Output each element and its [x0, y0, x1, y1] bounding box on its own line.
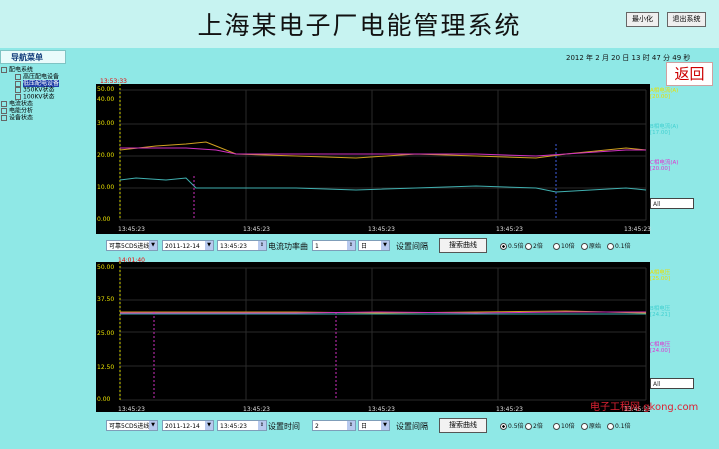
- spinner-icon[interactable]: ⇕: [347, 421, 355, 430]
- radio-2x[interactable]: 2倍: [525, 241, 543, 250]
- radio-0.1x[interactable]: 0.1倍: [607, 421, 631, 430]
- radio-2x[interactable]: 2倍: [525, 421, 543, 430]
- legend-b: B相电流(A) [17.00]: [650, 124, 679, 136]
- date-picker[interactable]: 2011-12-14 ▼: [162, 240, 214, 251]
- x-tick: 13:45:23: [624, 226, 651, 233]
- chevron-down-icon[interactable]: ▼: [149, 421, 157, 430]
- y-tick: 37.50: [97, 296, 115, 303]
- radio-0.5x[interactable]: 0.5倍: [500, 421, 524, 430]
- y-tick: 25.00: [97, 330, 115, 337]
- x-tick: 13:45:23: [368, 226, 395, 233]
- line-select[interactable]: 可靠5CDS进线 ▼: [106, 420, 158, 431]
- y-tick: 30.00: [97, 120, 115, 127]
- y-tick: 10.00: [97, 184, 115, 191]
- chevron-down-icon[interactable]: ▼: [381, 241, 389, 250]
- interval-spinner[interactable]: 2 ⇕: [312, 420, 356, 431]
- time-spinner[interactable]: 13:45:23 ⇕: [217, 420, 267, 431]
- nav-tree: 配电系统 高压配电设备 低压配电设备 350KV状态 100KV状态 电流状态 …: [1, 67, 60, 122]
- nav-title: 导航菜单: [0, 50, 66, 64]
- folder-icon: [15, 73, 21, 80]
- legend-b: B相电压 [24.21]: [650, 306, 671, 318]
- y-tick: 40.00: [97, 96, 115, 103]
- radio-0.5x[interactable]: 0.5倍: [500, 241, 524, 250]
- x-tick: 13:45:23: [118, 406, 145, 413]
- chart1-time-marker: 13:53:33: [100, 78, 127, 85]
- folder-icon: [15, 87, 21, 94]
- search-curve-button[interactable]: 搜索曲线: [439, 418, 487, 433]
- chart2-filter-box[interactable]: All: [650, 378, 694, 389]
- legend-a: A相电流(A) [20.00]: [650, 88, 679, 100]
- chart1-filter-box[interactable]: All: [650, 198, 694, 209]
- series-b-line: [119, 177, 647, 193]
- radio-10x[interactable]: 10倍: [553, 241, 575, 250]
- exit-button[interactable]: 退出系统: [667, 12, 706, 27]
- page-title: 上海某电子厂电能管理系统: [197, 11, 522, 40]
- expand-icon[interactable]: [1, 114, 7, 121]
- metric-label: 电流功率曲: [268, 242, 308, 251]
- spinner-icon[interactable]: ⇕: [347, 241, 355, 250]
- radio-10x[interactable]: 10倍: [553, 421, 575, 430]
- line-select[interactable]: 可靠5CDS进线 ▼: [106, 240, 158, 251]
- chevron-down-icon[interactable]: ▼: [381, 421, 389, 430]
- spinner-icon[interactable]: ⇕: [258, 421, 266, 430]
- radio-original[interactable]: 原始: [581, 421, 601, 430]
- interval-label: 设置间隔: [396, 422, 428, 431]
- expand-icon[interactable]: [1, 67, 7, 73]
- chart-current[interactable]: [96, 84, 650, 234]
- x-tick: 13:45:23: [496, 226, 523, 233]
- date-picker[interactable]: 2011-12-14 ▼: [162, 420, 214, 431]
- series-c-line: [120, 147, 646, 157]
- unit-select[interactable]: 日 ▼: [358, 420, 390, 431]
- y-tick: 20.00: [97, 152, 115, 159]
- y-tick: 0.00: [97, 396, 111, 403]
- radio-original[interactable]: 原始: [581, 241, 601, 250]
- x-tick: 13:45:23: [496, 406, 523, 413]
- legend-c: C相电压 [24.00]: [650, 342, 671, 354]
- tree-item[interactable]: 设备状态: [1, 114, 59, 122]
- expand-icon[interactable]: [1, 100, 7, 107]
- back-button[interactable]: 返回: [666, 62, 713, 86]
- y-tick: 50.00: [97, 86, 115, 93]
- y-tick: 50.00: [97, 264, 115, 271]
- y-tick: 0.00: [97, 216, 111, 223]
- x-tick: 13:45:23: [243, 226, 270, 233]
- folder-icon: [15, 80, 21, 87]
- metric-label: 设置时间: [268, 422, 300, 431]
- interval-spinner[interactable]: 1 ⇕: [312, 240, 356, 251]
- minimize-button[interactable]: 最小化: [626, 12, 659, 27]
- unit-select[interactable]: 日 ▼: [358, 240, 390, 251]
- expand-icon[interactable]: [1, 107, 7, 114]
- chevron-down-icon[interactable]: ▼: [205, 421, 213, 430]
- x-tick: 13:45:23: [118, 226, 145, 233]
- watermark: 电子工程网 gkong.com: [590, 402, 699, 413]
- y-tick: 12.50: [97, 364, 115, 371]
- legend-a: A相电压 [25.00]: [650, 270, 671, 282]
- chart-voltage[interactable]: [96, 262, 650, 412]
- radio-0.1x[interactable]: 0.1倍: [607, 241, 631, 250]
- x-tick: 13:45:23: [368, 406, 395, 413]
- chart2-time-marker: 14:01:40: [118, 257, 145, 264]
- search-curve-button[interactable]: 搜索曲线: [439, 238, 487, 253]
- legend-c: C相电流(A) [20.00]: [650, 160, 679, 172]
- x-tick: 13:45:23: [243, 406, 270, 413]
- time-spinner[interactable]: 13:45:23 ⇕: [217, 240, 267, 251]
- spinner-icon[interactable]: ⇕: [258, 241, 266, 250]
- interval-label: 设置间隔: [396, 242, 428, 251]
- chevron-down-icon[interactable]: ▼: [149, 241, 157, 250]
- chevron-down-icon[interactable]: ▼: [205, 241, 213, 250]
